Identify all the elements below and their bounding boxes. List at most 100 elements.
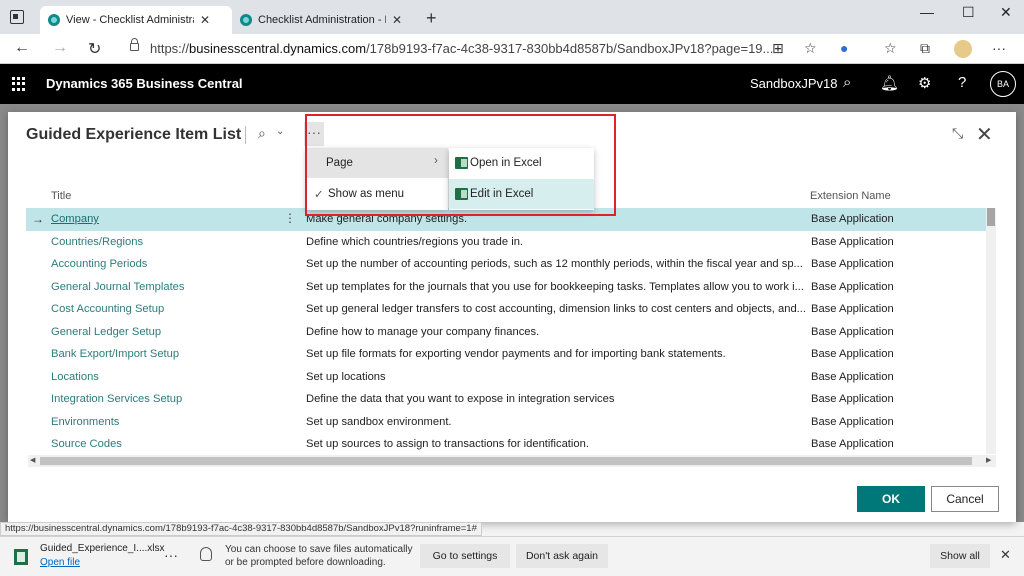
maximize-icon[interactable]: ☐ <box>962 4 975 21</box>
table-row[interactable]: Locations Set up locations Base Applicat… <box>26 366 986 389</box>
row-title-link[interactable]: Countries/Regions <box>51 236 143 248</box>
row-extension: Base Application <box>811 370 894 383</box>
cancel-button[interactable]: Cancel <box>931 486 999 512</box>
row-title-link[interactable]: Bank Export/Import Setup <box>51 348 179 360</box>
profile-avatar[interactable] <box>954 40 972 58</box>
tab-favicon-icon <box>240 14 252 26</box>
column-header-title[interactable]: Title <box>51 190 71 202</box>
app-header: Dynamics 365 Business Central SandboxJPv… <box>0 64 1024 104</box>
row-description: Set up templates for the journals that y… <box>306 280 804 293</box>
row-extension: Base Application <box>811 303 894 315</box>
browser-tab-active[interactable]: View - Checklist Administration - ✕ <box>40 6 232 34</box>
row-title-link[interactable]: Company <box>51 213 99 225</box>
dialog-close-icon[interactable]: ✕ <box>976 122 993 147</box>
browser-tab[interactable]: Checklist Administration - Dyna ✕ <box>232 6 420 34</box>
tab-close-icon[interactable]: ✕ <box>200 13 210 27</box>
download-bar-close-icon[interactable]: ✕ <box>1000 547 1011 563</box>
row-description: Set up file formats for exporting vendor… <box>306 348 726 360</box>
ok-button[interactable]: OK <box>857 486 925 512</box>
row-title-link[interactable]: Source Codes <box>51 438 122 450</box>
table-row[interactable]: Environments Set up sandbox environment.… <box>26 411 986 434</box>
notification-bell-icon[interactable]: 🔔︎ <box>880 74 899 92</box>
tab-close-icon[interactable]: ✕ <box>392 13 402 27</box>
row-description: Set up sandbox environment. <box>306 415 452 428</box>
settings-gear-icon[interactable]: ⚙ <box>918 74 931 92</box>
help-icon[interactable]: ? <box>958 74 966 91</box>
lock-icon[interactable] <box>130 38 139 51</box>
row-description: Set up general ledger transfers to cost … <box>306 303 806 315</box>
forward-icon[interactable]: → <box>52 39 68 57</box>
favorite-star-icon[interactable]: ☆ <box>804 40 817 57</box>
show-all-button[interactable]: Show all <box>930 544 990 568</box>
read-aloud-icon[interactable]: ⊞ <box>772 40 784 57</box>
row-title-link[interactable]: Locations <box>51 371 99 383</box>
excel-file-icon <box>14 549 28 565</box>
status-bar-url: https://businesscentral.dynamics.com/178… <box>0 522 482 536</box>
row-actions-icon[interactable]: ⋮ <box>284 211 296 225</box>
row-title-link[interactable]: Cost Accounting Setup <box>51 303 164 315</box>
dialog-title: Guided Experience Item List <box>26 126 242 143</box>
open-file-link[interactable]: Open file <box>40 557 80 568</box>
download-message: You can choose to save files automatical… <box>225 544 413 568</box>
table-row[interactable]: Integration Services Setup Define the da… <box>26 388 986 411</box>
scrollbar-thumb[interactable] <box>40 457 972 465</box>
divider <box>245 126 246 144</box>
column-header-extension[interactable]: Extension Name <box>810 190 891 202</box>
table-row[interactable]: Cost Accounting Setup Set up general led… <box>26 298 986 321</box>
browser-tab-bar: View - Checklist Administration - ✕ Chec… <box>0 0 1024 34</box>
row-extension: Base Application <box>811 415 894 428</box>
table-row[interactable]: Source Codes Set up sources to assign to… <box>26 433 986 456</box>
go-to-settings-button[interactable]: Go to settings <box>420 544 510 568</box>
chevron-down-icon[interactable]: ⌄ <box>276 126 284 137</box>
row-extension: Base Application <box>811 258 894 270</box>
row-title-link[interactable]: Accounting Periods <box>51 258 147 270</box>
row-extension: Base Application <box>811 348 894 360</box>
dont-ask-again-button[interactable]: Don't ask again <box>516 544 608 568</box>
table-row[interactable]: General Ledger Setup Define how to manag… <box>26 321 986 344</box>
row-description: Set up sources to assign to transactions… <box>306 438 589 450</box>
refresh-icon[interactable]: ↻ <box>88 39 101 59</box>
address-bar: ← → ↻ https://businesscentral.dynamics.c… <box>0 34 1024 64</box>
table-row[interactable]: Accounting Periods Set up the number of … <box>26 253 986 276</box>
tab-title: Checklist Administration - Dyna <box>258 14 386 26</box>
tab-title: View - Checklist Administration - <box>66 14 194 26</box>
horizontal-scrollbar[interactable]: ◀ ▶ <box>28 455 996 467</box>
tab-actions-icon[interactable] <box>10 10 24 24</box>
row-title-link[interactable]: General Ledger Setup <box>51 326 161 338</box>
search-icon[interactable]: ⌕ <box>843 74 851 91</box>
extension-icon[interactable]: ● <box>840 40 848 56</box>
new-tab-icon[interactable]: + <box>426 8 437 29</box>
table-row[interactable]: Bank Export/Import Setup Set up file for… <box>26 343 986 366</box>
url-field[interactable]: https://businesscentral.dynamics.com/178… <box>150 41 773 56</box>
lightbulb-icon <box>200 547 212 561</box>
scrollbar-thumb[interactable] <box>987 208 995 226</box>
favorites-icon[interactable]: ☆ <box>884 40 897 57</box>
table-row[interactable]: Countries/Regions Define which countries… <box>26 231 986 254</box>
vertical-scrollbar[interactable] <box>986 208 996 454</box>
row-description: Set up the number of accounting periods,… <box>306 258 803 270</box>
table-row[interactable]: General Journal Templates Set up templat… <box>26 276 986 299</box>
row-title-link[interactable]: Environments <box>51 416 119 428</box>
browser-menu-icon[interactable]: ··· <box>992 40 1006 56</box>
back-icon[interactable]: ← <box>14 39 30 57</box>
row-extension: Base Application <box>811 438 894 450</box>
window-close-icon[interactable]: ✕ <box>1000 4 1012 21</box>
collections-icon[interactable]: ⧉ <box>920 40 930 57</box>
search-icon[interactable]: ⌕ <box>258 125 266 142</box>
row-extension: Base Application <box>811 280 894 293</box>
download-more-icon[interactable]: ··· <box>164 547 178 563</box>
download-file-name[interactable]: Guided_Experience_I....xlsx <box>40 543 165 554</box>
row-description: Define the data that you want to expose … <box>306 393 615 405</box>
company-name[interactable]: SandboxJPv18 <box>750 76 837 91</box>
minimize-icon[interactable]: — <box>920 4 934 20</box>
tab-favicon-icon <box>48 14 60 26</box>
scroll-left-icon[interactable]: ◀ <box>30 456 35 464</box>
row-extension: Base Application <box>811 213 894 225</box>
app-launcher-icon[interactable] <box>12 77 26 91</box>
collapse-icon[interactable]: ⤡ <box>952 125 963 142</box>
scroll-right-icon[interactable]: ▶ <box>986 456 991 464</box>
user-avatar[interactable]: BA <box>990 71 1016 97</box>
row-title-link[interactable]: General Journal Templates <box>51 281 185 293</box>
download-bar: Guided_Experience_I....xlsx Open file ··… <box>0 536 1024 576</box>
row-title-link[interactable]: Integration Services Setup <box>51 393 182 405</box>
